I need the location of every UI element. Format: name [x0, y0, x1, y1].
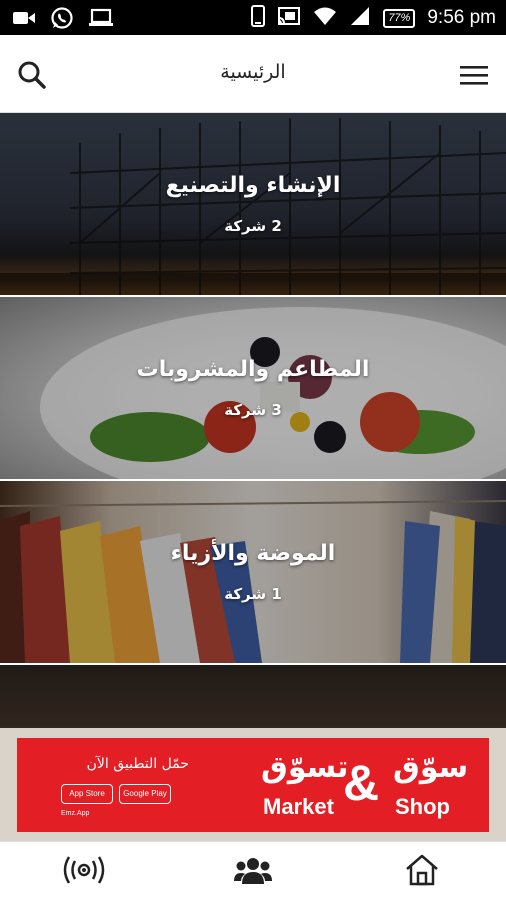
nav-home[interactable] — [338, 842, 506, 900]
ad-social-handle: Emz.App — [61, 810, 90, 817]
card-overlay — [0, 297, 506, 479]
cast-icon — [277, 6, 301, 30]
status-bar: 77% 9:56 pm — [0, 0, 506, 35]
card-overlay — [0, 113, 506, 295]
video-icon — [12, 9, 36, 31]
category-card-fashion[interactable]: الموضة والأزياء 1 شركة — [0, 481, 506, 663]
category-card-restaurants[interactable]: المطاعم والمشروبات 3 شركة — [0, 297, 506, 479]
laptop-icon — [88, 8, 114, 32]
bottom-nav — [0, 841, 506, 900]
ad-brand-english-left: Market — [263, 794, 334, 819]
ad-ampersand: & — [343, 755, 380, 811]
menu-icon[interactable] — [458, 59, 490, 91]
category-card-construction[interactable]: الإنشاء والتصنيع 2 شركة — [0, 113, 506, 295]
clock: 9:56 pm — [427, 7, 496, 28]
page-title: الرئيسية — [220, 61, 286, 83]
ad-brand-arabic-right: سوّق — [393, 750, 469, 785]
nav-broadcast[interactable] — [0, 842, 168, 900]
category-card-next[interactable] — [0, 665, 506, 728]
ad-banner[interactable]: حمّل التطبيق الآن App Store Google Play … — [17, 738, 489, 832]
store-badges: App Store Google Play — [61, 784, 171, 804]
home-icon — [405, 854, 439, 890]
wifi-icon — [313, 6, 337, 30]
category-count: 1 شركة — [224, 585, 282, 603]
whatsapp-icon — [50, 6, 74, 34]
category-list: الإنشاء والتصنيع 2 شركة المطاعم والمشروب… — [0, 113, 506, 728]
google-play-badge[interactable]: Google Play — [119, 784, 171, 804]
phone-icon — [251, 5, 266, 31]
signal-icon — [349, 6, 371, 30]
app-bar: الرئيسية — [0, 35, 506, 113]
ad-brand-english-right: Shop — [395, 794, 450, 819]
nav-users[interactable] — [169, 842, 337, 900]
category-count: 3 شركة — [224, 401, 282, 419]
app-store-badge[interactable]: App Store — [61, 784, 113, 804]
users-icon — [234, 855, 272, 889]
ad-cta: حمّل التطبيق الآن — [86, 756, 189, 772]
ad-banner-container: حمّل التطبيق الآن App Store Google Play … — [0, 728, 506, 841]
card-overlay — [0, 481, 506, 663]
ad-brand-arabic-left: تسوّق — [261, 750, 349, 785]
category-name: الموضة والأزياء — [170, 541, 336, 566]
category-count: 2 شركة — [224, 217, 282, 235]
battery-icon: 77% — [383, 8, 416, 28]
category-name: الإنشاء والتصنيع — [165, 173, 341, 198]
category-name: المطاعم والمشروبات — [136, 357, 370, 382]
broadcast-icon — [58, 854, 110, 890]
card-overlay — [0, 665, 506, 728]
